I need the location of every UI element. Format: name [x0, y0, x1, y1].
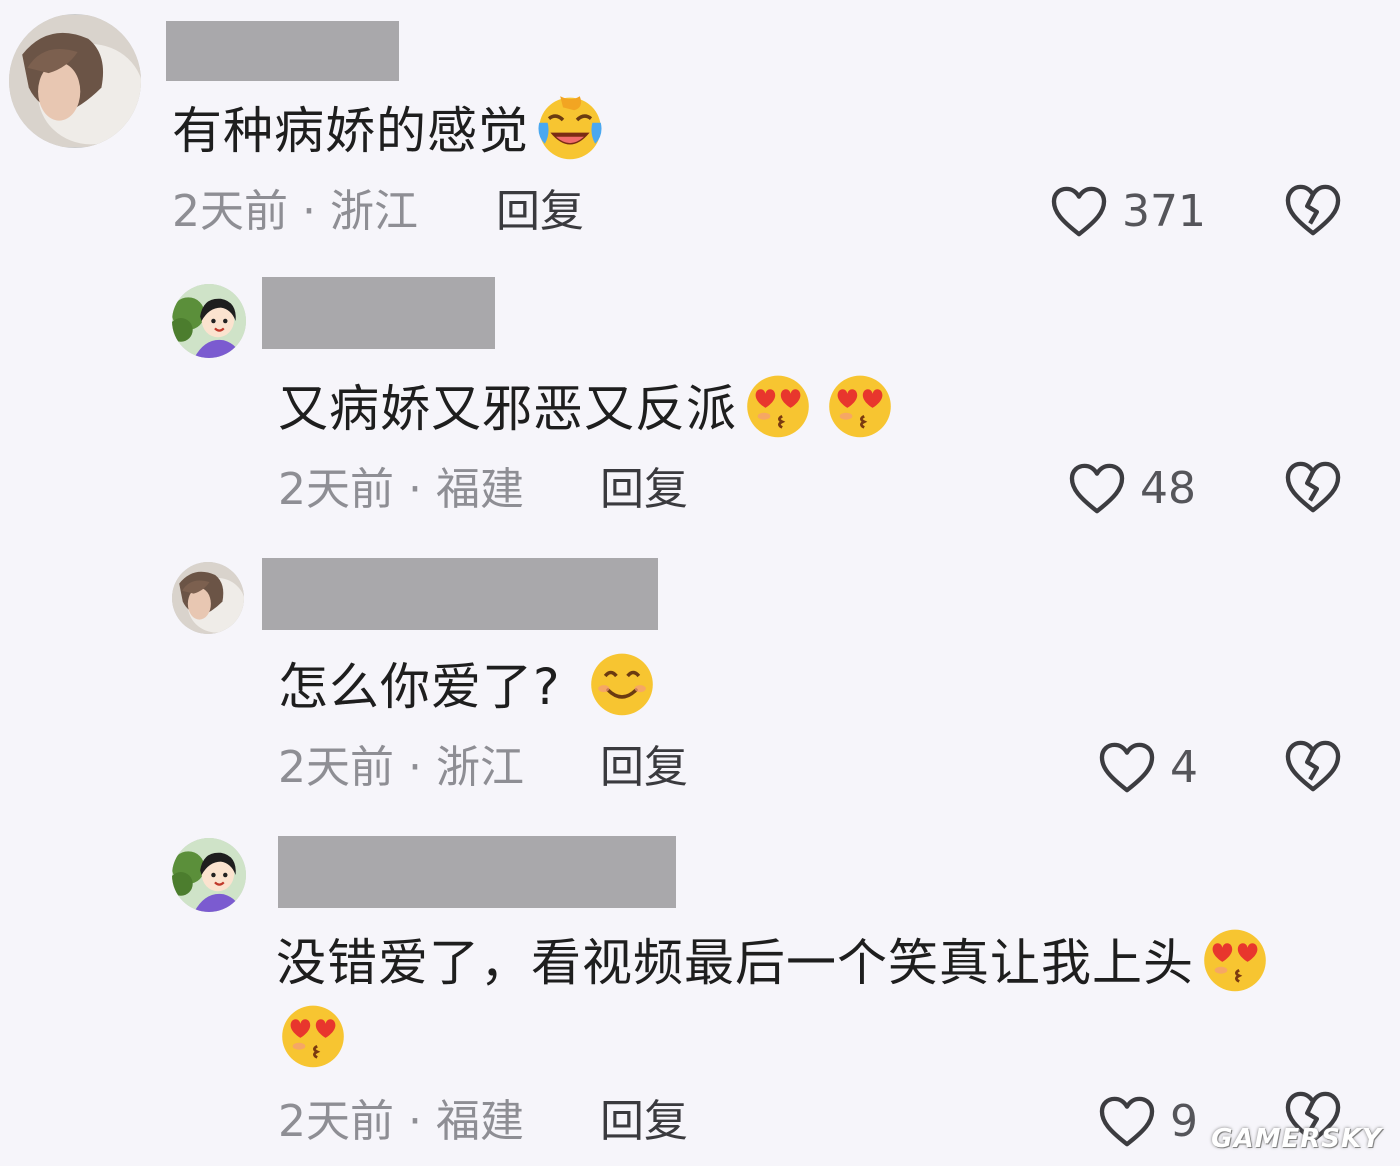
like-count: 9	[1170, 1096, 1198, 1147]
reply-button[interactable]: 回复	[496, 184, 584, 240]
heart-icon	[1069, 463, 1125, 514]
smile-emoji-icon	[587, 648, 657, 718]
comment-location: 浙江	[329, 186, 418, 237]
comment-text-content: 怎么你爱了?	[278, 658, 561, 716]
avatar-photo-icon	[172, 562, 244, 634]
avatar-cartoon-icon	[172, 284, 246, 358]
like-button[interactable]: 48	[1068, 459, 1196, 519]
comment-location: 浙江	[435, 742, 524, 793]
watermark-logo: GAMERSKY	[1211, 1124, 1382, 1154]
heart-icon	[1099, 1096, 1155, 1147]
comment-location: 福建	[435, 464, 524, 515]
comment-time: 2天前	[278, 1096, 394, 1147]
comment-meta: 2天前 · 浙江	[278, 740, 524, 796]
comment-text: 又病娇又邪恶又反派	[278, 370, 895, 444]
like-button[interactable]: 4	[1098, 738, 1198, 798]
like-count: 4	[1170, 742, 1198, 793]
avatar[interactable]	[172, 284, 246, 358]
heart-eyes-kiss-emoji-icon	[1200, 924, 1270, 994]
heart-icon	[1099, 742, 1155, 793]
comment-location: 福建	[435, 1096, 524, 1147]
comment-meta: 2天前 · 福建	[278, 1094, 524, 1150]
meta-separator: ·	[394, 1096, 436, 1147]
broken-heart-icon	[1285, 740, 1341, 792]
comment-text: 有种病娇的感觉	[172, 92, 605, 166]
comment-time: 2天前	[172, 186, 288, 237]
comment-meta: 2天前 · 浙江	[172, 184, 418, 240]
reply-button[interactable]: 回复	[600, 740, 688, 796]
comment-text-content: 又病娇又邪恶又反派	[278, 380, 737, 438]
like-count: 48	[1140, 463, 1196, 514]
comment-text: 没错爱了，看视频最后一个笑真让我上头	[276, 924, 1270, 998]
avatar[interactable]	[9, 14, 141, 148]
meta-separator: ·	[394, 464, 436, 515]
dislike-button[interactable]	[1284, 460, 1342, 514]
broken-heart-icon	[1285, 461, 1341, 513]
username-redacted	[262, 558, 658, 630]
username-redacted	[278, 836, 676, 908]
reply-button[interactable]: 回复	[600, 462, 688, 518]
heart-eyes-kiss-emoji-icon	[278, 1000, 348, 1070]
comment-4: 没错爱了，看视频最后一个笑真让我上头 2天前 · 福建 回复 9	[0, 826, 1400, 1166]
like-count: 371	[1122, 186, 1206, 237]
heart-icon	[1051, 186, 1107, 237]
heart-eyes-kiss-emoji-icon	[743, 370, 813, 440]
username-redacted	[166, 21, 399, 81]
avatar[interactable]	[172, 562, 244, 634]
comment-text-wrap	[278, 1000, 348, 1074]
username-redacted	[262, 277, 495, 349]
comment-1: 有种病娇的感觉 2天前 · 浙江 回复 371	[0, 0, 1400, 250]
laughing-crying-emoji-icon	[535, 92, 605, 162]
comment-text-content: 没错爱了，看视频最后一个笑真让我上头	[276, 934, 1194, 992]
like-button[interactable]: 9	[1098, 1092, 1198, 1152]
comment-3: 怎么你爱了? 2天前 · 浙江 回复 4	[0, 550, 1400, 810]
broken-heart-icon	[1285, 184, 1341, 236]
comment-time: 2天前	[278, 742, 394, 793]
dislike-button[interactable]	[1284, 739, 1342, 793]
avatar[interactable]	[172, 838, 246, 912]
dislike-button[interactable]	[1284, 183, 1342, 237]
comment-time: 2天前	[278, 464, 394, 515]
like-button[interactable]: 371	[1050, 182, 1206, 242]
meta-separator: ·	[288, 186, 330, 237]
comment-text: 怎么你爱了?	[278, 648, 657, 722]
avatar-cartoon-icon	[172, 838, 246, 912]
reply-button[interactable]: 回复	[600, 1094, 688, 1150]
meta-separator: ·	[394, 742, 436, 793]
avatar-photo-icon	[9, 15, 141, 147]
heart-eyes-kiss-emoji-icon	[825, 370, 895, 440]
comment-meta: 2天前 · 福建	[278, 462, 524, 518]
comment-text-content: 有种病娇的感觉	[172, 102, 529, 160]
comment-2: 又病娇又邪恶又反派 2天前 · 福建 回复 48	[0, 270, 1400, 530]
